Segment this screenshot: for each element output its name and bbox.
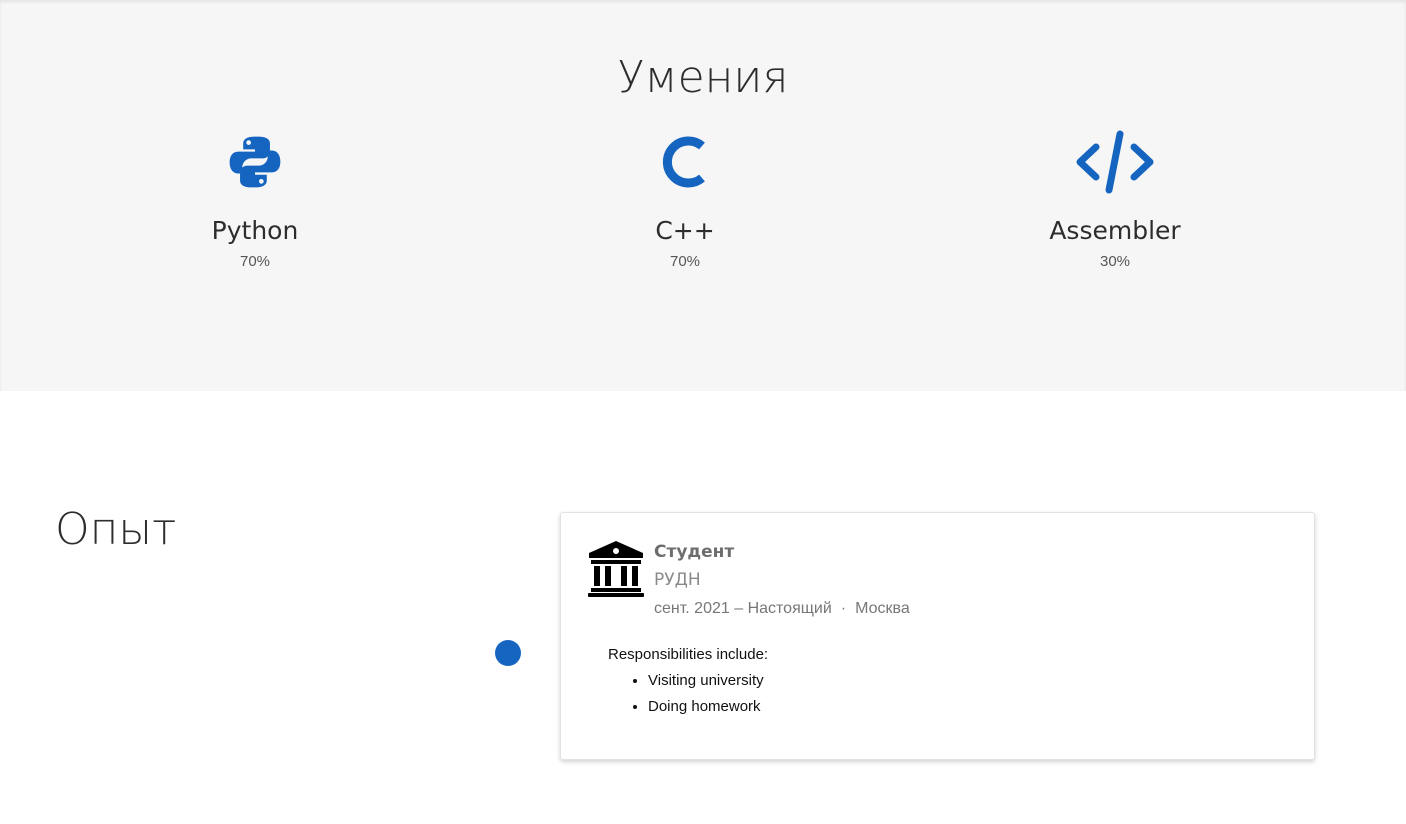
job-meta: сент. 2021 – Настоящий · Москва xyxy=(654,600,910,618)
timeline-dot xyxy=(495,640,521,666)
skill-level: 30% xyxy=(1099,253,1131,270)
skills-section: Умения Python 70% C++ 70% Assembler 30% xyxy=(0,0,1406,391)
skill-assembler: Assembler 30% xyxy=(965,130,1265,270)
skill-python: Python 70% xyxy=(105,130,405,270)
code-icon xyxy=(965,130,1265,194)
list-item: Doing homework xyxy=(648,694,768,720)
c-language-icon xyxy=(535,130,835,194)
skills-title: Умения xyxy=(617,52,789,103)
job-description: Responsibilities include: Visiting unive… xyxy=(608,642,768,720)
organization-name: РУДН xyxy=(654,570,701,590)
experience-title: Опыт xyxy=(55,504,177,555)
university-icon xyxy=(587,539,645,597)
experience-card: Студент РУДН сент. 2021 – Настоящий · Моск… xyxy=(560,512,1315,760)
responsibilities-list: Visiting university Doing homework xyxy=(608,668,768,720)
skill-cpp: C++ 70% xyxy=(535,130,835,270)
job-period: сент. 2021 – Настоящий xyxy=(654,600,832,617)
list-item: Visiting university xyxy=(648,668,768,694)
description-intro: Responsibilities include: xyxy=(608,646,769,663)
skill-name: Assembler xyxy=(1049,216,1181,245)
job-title: Студент xyxy=(654,542,735,562)
meta-separator: · xyxy=(840,600,847,617)
skill-level: 70% xyxy=(669,253,701,270)
python-icon xyxy=(105,130,405,194)
skill-name: C++ xyxy=(655,216,715,245)
skill-name: Python xyxy=(211,216,299,245)
skill-level: 70% xyxy=(239,253,271,270)
job-location: Москва xyxy=(855,600,910,617)
